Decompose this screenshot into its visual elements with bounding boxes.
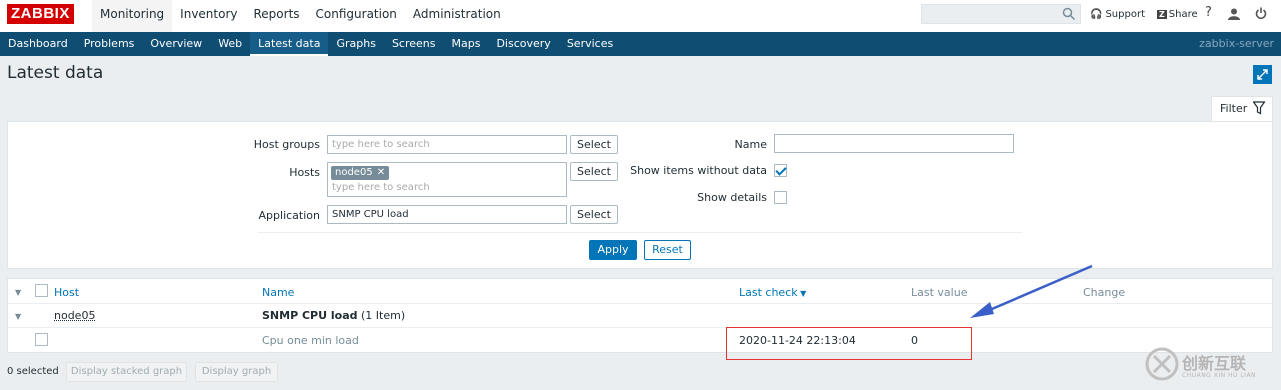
share-badge: Z bbox=[1156, 9, 1167, 19]
subnav-screens[interactable]: Screens bbox=[384, 32, 444, 56]
host-chip-label: node05 bbox=[335, 167, 373, 178]
nav-configuration[interactable]: Configuration bbox=[308, 0, 405, 32]
top-links: 🎧 Support Z Share bbox=[1090, 0, 1210, 28]
selected-count: 0 selected bbox=[7, 366, 59, 377]
power-icon[interactable] bbox=[1255, 7, 1267, 19]
expand-icon bbox=[1257, 69, 1268, 80]
column-change: Change bbox=[1083, 286, 1126, 299]
sort-desc-icon: ▼ bbox=[797, 289, 807, 298]
watermark: 创新互联 CHUANG XIN HU LIAN bbox=[1140, 340, 1281, 390]
watermark-subtitle: CHUANG XIN HU LIAN bbox=[1182, 372, 1257, 379]
select-all-checkbox[interactable] bbox=[35, 284, 48, 297]
reset-button[interactable]: Reset bbox=[644, 240, 691, 260]
application-select-button[interactable]: Select bbox=[570, 205, 618, 224]
group-application: SNMP CPU load (1 Item) bbox=[262, 309, 405, 322]
zabbix-logo[interactable]: ZABBIX bbox=[7, 4, 74, 24]
column-last-check-label: Last check bbox=[739, 286, 798, 299]
host-groups-input[interactable]: type here to search bbox=[327, 135, 567, 154]
watermark-logo-icon bbox=[1145, 347, 1179, 381]
share-label: Share bbox=[1168, 8, 1198, 20]
nav-administration[interactable]: Administration bbox=[405, 0, 509, 32]
expand-group-icon[interactable]: ▼ bbox=[15, 312, 21, 321]
table-footer: 0 selected Display stacked graph Display… bbox=[0, 358, 1281, 390]
show-details-label: Show details bbox=[697, 191, 767, 204]
subnav-maps[interactable]: Maps bbox=[444, 32, 489, 56]
search-icon[interactable] bbox=[1062, 7, 1076, 21]
filter-divider bbox=[258, 232, 1022, 233]
header-divider bbox=[8, 303, 1272, 304]
top-bar: ZABBIX Monitoring Inventory Reports Conf… bbox=[0, 0, 1281, 32]
remove-chip-icon[interactable]: ✕ bbox=[377, 167, 385, 178]
fullscreen-button[interactable] bbox=[1253, 65, 1272, 84]
show-details-checkbox[interactable] bbox=[774, 191, 787, 204]
watermark-title: 创新互联 bbox=[1182, 354, 1247, 373]
column-last-check[interactable]: Last check ▼ bbox=[739, 286, 806, 299]
hosts-input[interactable]: node05 ✕ type here to search bbox=[327, 162, 567, 197]
show-items-without-data-label: Show items without data bbox=[630, 164, 767, 177]
application-input[interactable]: SNMP CPU load bbox=[327, 205, 567, 224]
subnav-web[interactable]: Web bbox=[210, 32, 250, 56]
display-graph-button[interactable]: Display graph bbox=[195, 362, 278, 382]
page-title: Latest data bbox=[7, 63, 104, 83]
group-host-link[interactable]: node05 bbox=[54, 309, 95, 322]
collapse-all-icon[interactable]: ▼ bbox=[15, 288, 21, 297]
column-host[interactable]: Host bbox=[54, 286, 79, 299]
help-icon[interactable]: ? bbox=[1205, 5, 1212, 20]
display-stacked-graph-button[interactable]: Display stacked graph bbox=[66, 362, 187, 382]
column-last-value: Last value bbox=[911, 286, 968, 299]
subnav-overview[interactable]: Overview bbox=[142, 32, 210, 56]
nav-inventory[interactable]: Inventory bbox=[172, 0, 245, 32]
subnav-latest-data[interactable]: Latest data bbox=[250, 32, 329, 56]
group-app-count: (1 Item) bbox=[361, 309, 406, 322]
host-groups-label: Host groups bbox=[253, 138, 320, 151]
latest-data-table: ▼ Host Name Last check ▼ Last value Chan… bbox=[7, 278, 1273, 353]
filter-tab-label: Filter bbox=[1220, 102, 1248, 115]
filter-panel: Host groups type here to search Select H… bbox=[7, 121, 1273, 269]
application-label: Application bbox=[258, 209, 320, 222]
user-icon[interactable] bbox=[1228, 8, 1240, 20]
name-label: Name bbox=[734, 138, 767, 151]
host-chip[interactable]: node05 ✕ bbox=[331, 166, 390, 180]
filter-tab[interactable]: Filter bbox=[1211, 96, 1273, 122]
host-groups-select-button[interactable]: Select bbox=[570, 135, 618, 154]
subnav-dashboard[interactable]: Dashboard bbox=[0, 32, 76, 56]
filter-icon bbox=[1253, 101, 1265, 115]
subnav-problems[interactable]: Problems bbox=[76, 32, 143, 56]
column-name[interactable]: Name bbox=[262, 286, 294, 299]
name-input[interactable] bbox=[774, 134, 1014, 153]
show-items-without-data-checkbox[interactable] bbox=[774, 164, 787, 177]
item-name: Cpu one min load bbox=[262, 334, 359, 347]
hosts-label: Hosts bbox=[289, 166, 320, 179]
support-label: Support bbox=[1105, 8, 1145, 20]
row-checkbox[interactable] bbox=[35, 333, 48, 346]
headset-icon: 🎧 bbox=[1090, 8, 1103, 20]
search-input[interactable] bbox=[921, 4, 1081, 24]
subnav-discovery[interactable]: Discovery bbox=[488, 32, 558, 56]
share-link[interactable]: Z Share bbox=[1156, 8, 1198, 20]
nav-reports[interactable]: Reports bbox=[246, 0, 308, 32]
highlight-box bbox=[726, 327, 972, 360]
hosts-placeholder: type here to search bbox=[332, 182, 430, 193]
subnav-services[interactable]: Services bbox=[559, 32, 621, 56]
sub-nav: Dashboard Problems Overview Web Latest d… bbox=[0, 32, 1281, 56]
server-name: zabbix-server bbox=[1199, 37, 1274, 50]
apply-button[interactable]: Apply bbox=[589, 240, 637, 260]
main-nav: Monitoring Inventory Reports Configurati… bbox=[92, 0, 509, 32]
group-divider bbox=[8, 327, 1272, 328]
group-app-name: SNMP CPU load bbox=[262, 309, 358, 322]
nav-monitoring[interactable]: Monitoring bbox=[92, 0, 173, 32]
subnav-graphs[interactable]: Graphs bbox=[328, 32, 383, 56]
support-link[interactable]: 🎧 Support bbox=[1090, 9, 1145, 20]
